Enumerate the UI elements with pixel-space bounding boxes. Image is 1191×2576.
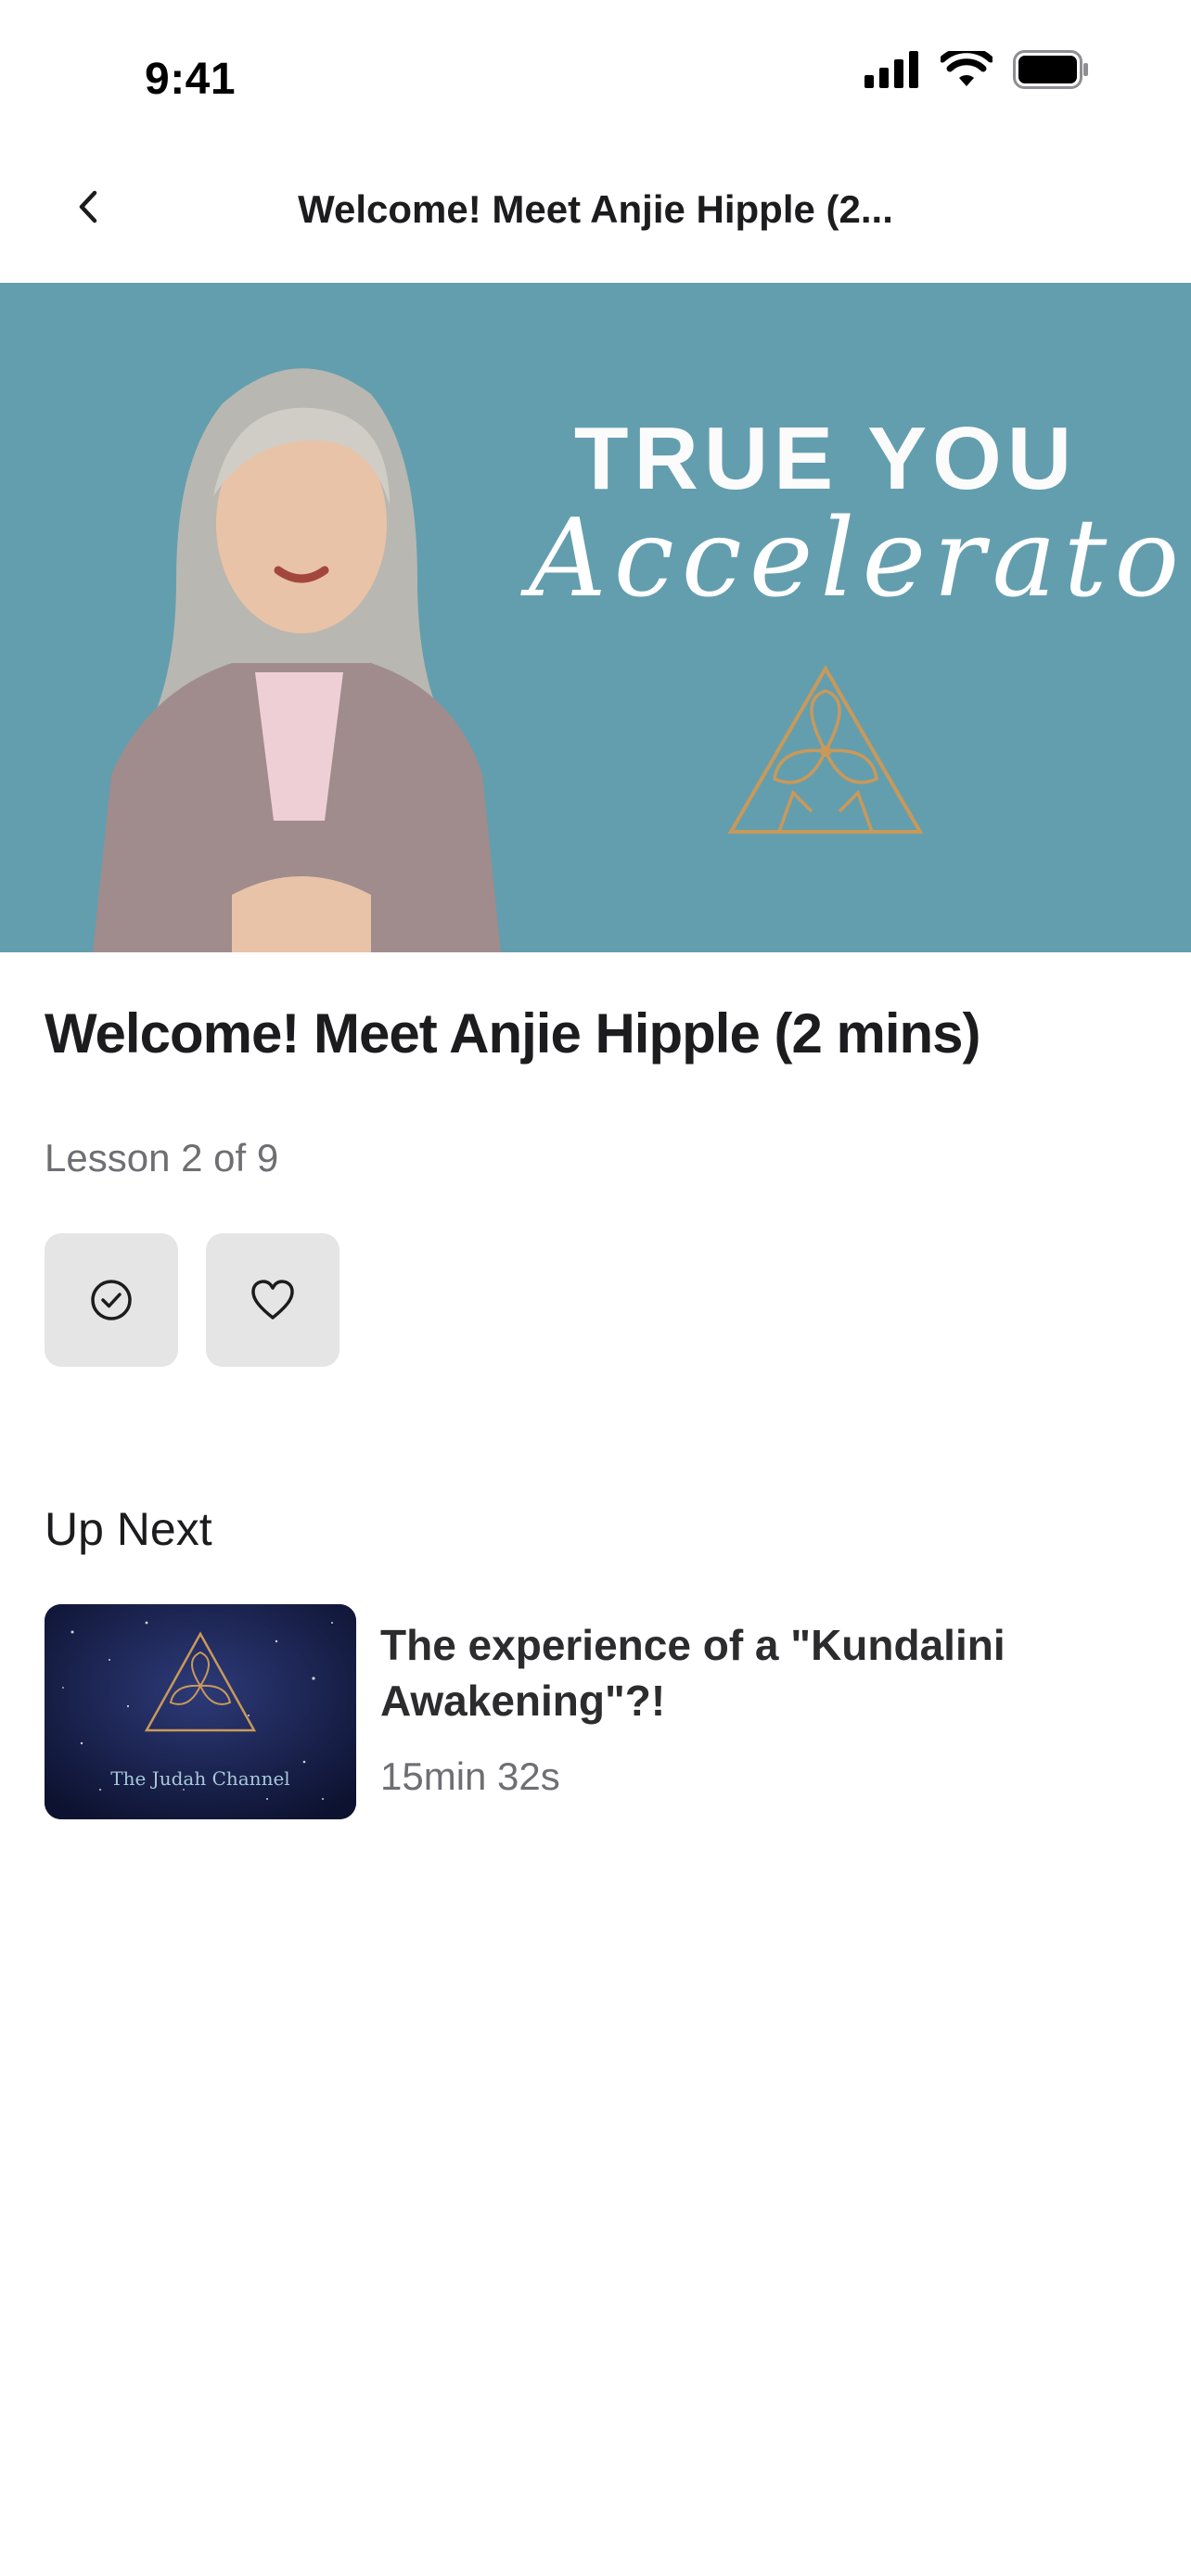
lesson-progress: Lesson 2 of 9 [45, 1136, 279, 1180]
up-next-thumbnail: The Judah Channel [45, 1604, 356, 1819]
battery-icon [1013, 50, 1088, 89]
status-time: 9:41 [145, 55, 237, 104]
up-next-heading: Up Next [45, 1503, 212, 1555]
nav-title: Welcome! Meet Anjie Hipple (2... [298, 187, 893, 231]
up-next-duration: 15min 32s [380, 1754, 560, 1798]
hero-title-line1: TRUE YOU [573, 409, 1078, 508]
lesson-hero-image[interactable]: TRUE YOU Accelerator [0, 283, 1191, 952]
mark-complete-button[interactable] [45, 1233, 178, 1367]
hero-title-line2: Accelerator [529, 496, 1191, 621]
status-icons [864, 50, 1089, 89]
wifi-icon [941, 51, 992, 86]
check-circle-icon [91, 1280, 132, 1320]
favorite-button[interactable] [206, 1233, 339, 1367]
instructor-photo [93, 368, 501, 952]
chevron-left-icon [79, 190, 97, 223]
triangle-logo-icon [727, 665, 924, 834]
nav-bar: Welcome! Meet Anjie Hipple (2... [0, 148, 1191, 283]
back-button[interactable] [56, 174, 121, 239]
heart-icon [251, 1280, 294, 1320]
lesson-title: Welcome! Meet Anjie Hipple (2 mins) [45, 1002, 981, 1065]
up-next-item[interactable]: The Judah Channel The experience of a "K… [45, 1604, 1148, 1819]
cellular-signal-icon [864, 51, 918, 88]
status-bar: 9:41 [0, 0, 1191, 139]
up-next-title: The experience of a "Kundalini Awakening… [380, 1621, 1005, 1725]
thumbnail-caption: The Judah Channel [110, 1767, 290, 1790]
